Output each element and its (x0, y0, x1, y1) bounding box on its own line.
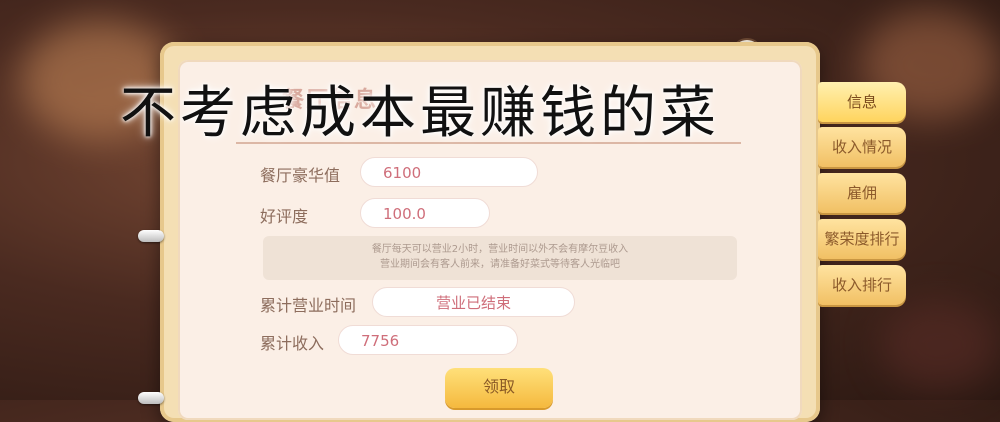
tab-income-status[interactable]: 收入情况 (818, 127, 906, 167)
rating-label: 好评度 (260, 207, 309, 226)
claim-button[interactable]: 领取 (445, 368, 553, 408)
luxury-label: 餐厅豪华值 (260, 166, 341, 185)
binder-ring (138, 392, 164, 404)
overlay-caption: 不考虑成本最赚钱的菜 (120, 81, 720, 146)
rating-value: 100.0 (360, 198, 490, 228)
background-light (880, 300, 1000, 390)
income-value: 7756 (338, 325, 518, 355)
luxury-value: 6100 (360, 157, 538, 187)
income-label: 累计收入 (260, 334, 325, 353)
tab-info[interactable]: 信息 (818, 82, 906, 122)
tab-income-ranking[interactable]: 收入排行 (818, 265, 906, 305)
tab-hire[interactable]: 雇佣 (818, 173, 906, 213)
business-hours-note: 餐厅每天可以营业2小时，营业时间以外不会有摩尔豆收入 营业期间会有客人前来，请准… (263, 236, 737, 280)
binder-ring (138, 230, 164, 242)
business-time-value: 营业已结束 (372, 287, 575, 317)
tab-prosperity-ranking[interactable]: 繁荣度排行 (818, 219, 906, 259)
note-line: 餐厅每天可以营业2小时，营业时间以外不会有摩尔豆收入 (371, 244, 629, 255)
note-line: 营业期间会有客人前来，请准备好菜式等待客人光临吧 (380, 259, 620, 270)
business-time-label: 累计营业时间 (260, 296, 357, 315)
